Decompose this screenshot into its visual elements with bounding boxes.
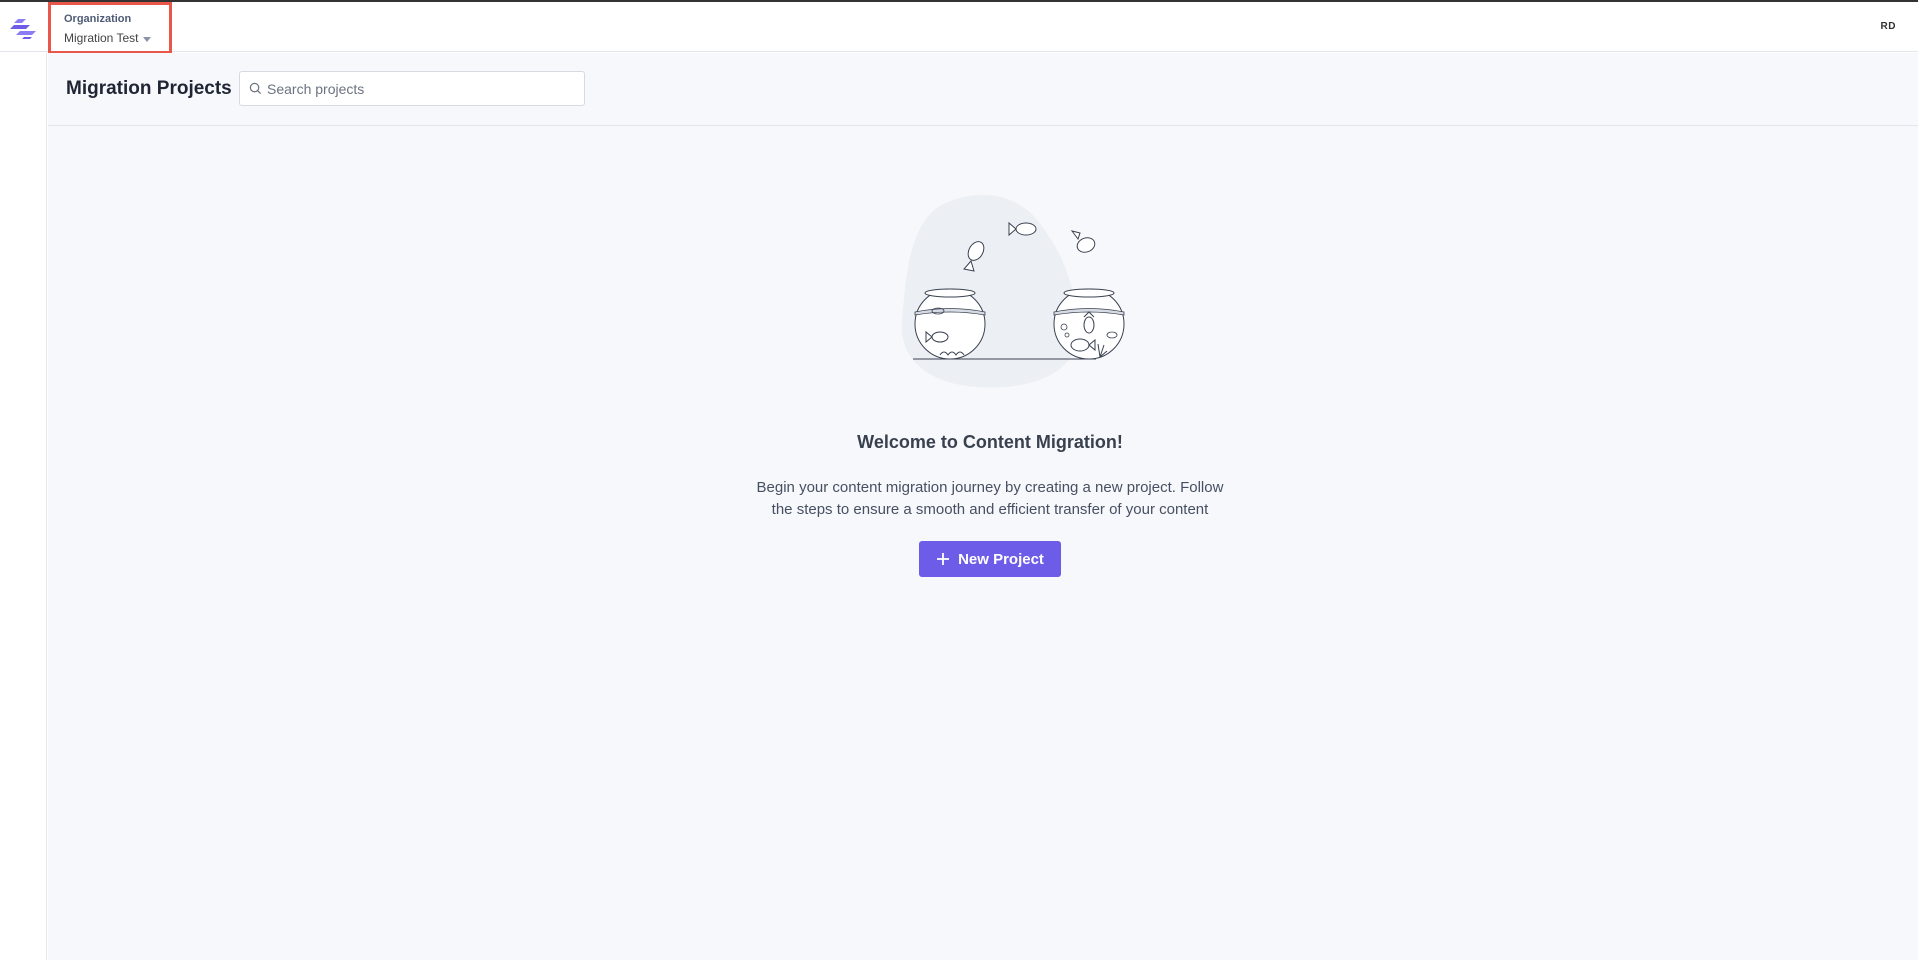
organization-highlight-box (48, 2, 172, 54)
page-title: Migration Projects (66, 78, 232, 99)
organization-select[interactable]: Migration Test (64, 31, 152, 45)
page-header: Migration Projects (48, 53, 1918, 126)
new-project-label: New Project (958, 550, 1044, 568)
welcome-description-line-2: the steps to ensure a smooth and efficie… (771, 501, 1209, 518)
new-project-button[interactable]: New Project (919, 541, 1061, 577)
fishbowls-illustration (901, 194, 1125, 388)
search-input[interactable] (267, 80, 567, 97)
search-box[interactable] (239, 71, 585, 106)
user-avatar[interactable]: RD (1881, 21, 1896, 32)
top-bar: Organization Migration Test RD (0, 2, 1918, 54)
caret-down-icon (143, 37, 152, 42)
plus-icon (937, 553, 950, 565)
welcome-description-line-1: Begin your content migration journey by … (756, 479, 1224, 496)
main-content: Migration Projects Search projects Welco… (48, 53, 1918, 960)
welcome-description: Begin your content migration journey by … (48, 477, 1918, 521)
organization-value: Migration Test (64, 31, 139, 45)
left-sidebar (0, 53, 47, 960)
organization-label: Organization (64, 13, 132, 25)
search-icon (249, 82, 262, 95)
brand-logo-icon[interactable] (10, 16, 38, 40)
welcome-title: Welcome to Content Migration! (857, 432, 1123, 452)
